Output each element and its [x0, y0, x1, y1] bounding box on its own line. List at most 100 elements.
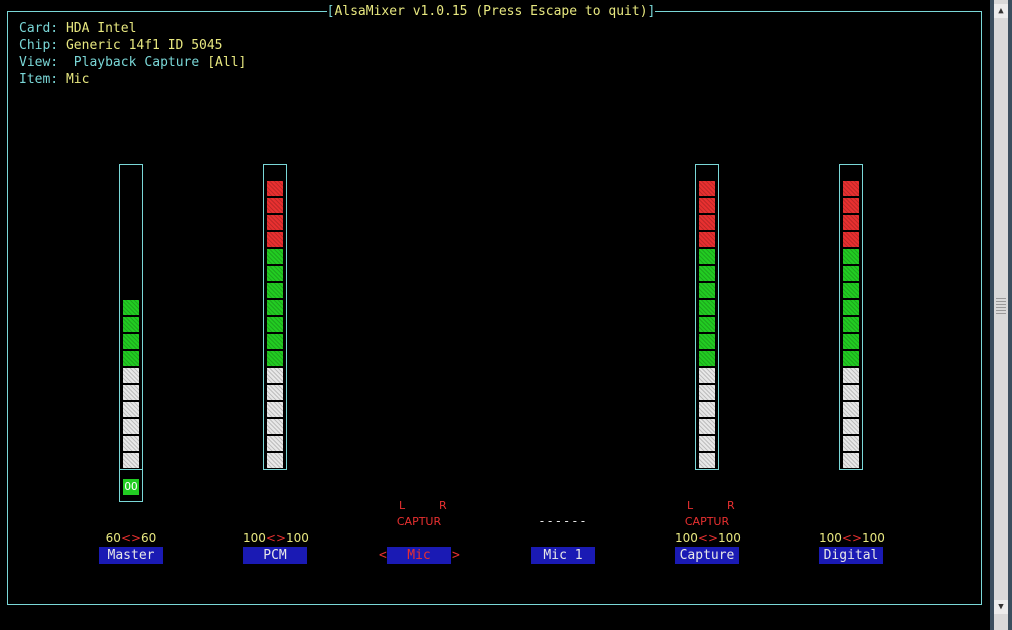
volume-segment — [267, 419, 283, 434]
volume-segment — [267, 181, 283, 196]
volume-segment — [699, 317, 715, 332]
volume-segment — [699, 419, 715, 434]
digital-name[interactable]: Digital — [819, 547, 883, 564]
volume-segment — [843, 232, 859, 247]
volume-segment — [843, 198, 859, 213]
volume-segment — [699, 453, 715, 468]
volume-segment — [699, 334, 715, 349]
volume-segment — [843, 317, 859, 332]
master-mute-indicator: OO — [123, 479, 139, 495]
volume-segment — [699, 385, 715, 400]
volume-segment — [843, 266, 859, 281]
pcm-volume-value: 100<>100 — [243, 531, 309, 545]
pcm-volume-bar[interactable] — [263, 164, 287, 470]
volume-segment — [267, 402, 283, 417]
volume-segment — [699, 436, 715, 451]
title-text: AlsaMixer v1.0.15 (Press Escape to quit) — [334, 4, 648, 19]
mic1-name[interactable]: Mic 1 — [531, 547, 595, 564]
volume-segment — [267, 368, 283, 383]
volume-segment — [699, 215, 715, 230]
volume-segment — [267, 436, 283, 451]
master-volume-bar[interactable] — [119, 164, 143, 470]
volume-segment — [843, 351, 859, 366]
volume-segment — [123, 351, 139, 366]
volume-segment — [843, 181, 859, 196]
scrollbar-track[interactable] — [994, 0, 1008, 630]
volume-segment — [843, 334, 859, 349]
scroll-up-arrow-icon[interactable]: ▲ — [994, 4, 1008, 18]
volume-segment — [699, 232, 715, 247]
volume-segment — [699, 266, 715, 281]
pcm-name[interactable]: PCM — [243, 547, 307, 564]
volume-segment — [843, 385, 859, 400]
volume-segment — [267, 266, 283, 281]
volume-segment — [699, 300, 715, 315]
volume-segment — [843, 283, 859, 298]
item-value: Mic — [65, 72, 90, 87]
volume-segment — [267, 351, 283, 366]
volume-segment — [123, 453, 139, 468]
volume-segment — [699, 368, 715, 383]
selected-left-arrow: < — [379, 548, 387, 563]
volume-segment — [843, 436, 859, 451]
volume-segment — [123, 368, 139, 383]
volume-segment — [843, 300, 859, 315]
capture-capture-label[interactable]: CAPTUR — [675, 513, 739, 530]
volume-segment — [699, 198, 715, 213]
volume-segment — [267, 385, 283, 400]
volume-segment — [699, 351, 715, 366]
volume-segment — [699, 249, 715, 264]
volume-segment — [123, 419, 139, 434]
scrollbar-grip-icon[interactable] — [996, 296, 1006, 314]
mic1-switch-dashes: ------ — [538, 514, 588, 528]
volume-segment — [267, 334, 283, 349]
vertical-scrollbar[interactable]: ▲ ▼ — [990, 0, 1012, 630]
card-label: Card: — [19, 21, 59, 36]
control-master[interactable]: OO 60<>60 Master — [99, 0, 163, 630]
volume-segment — [123, 300, 139, 315]
volume-segment — [843, 453, 859, 468]
volume-segment — [699, 283, 715, 298]
volume-segment — [267, 317, 283, 332]
mic-capture-label[interactable]: CAPTUR — [387, 513, 451, 530]
master-name[interactable]: Master — [99, 547, 163, 564]
volume-segment — [267, 249, 283, 264]
chip-label: Chip: — [19, 38, 59, 53]
volume-segment — [843, 419, 859, 434]
volume-segment — [267, 215, 283, 230]
volume-segment — [123, 334, 139, 349]
volume-segment — [843, 368, 859, 383]
volume-segment — [267, 453, 283, 468]
control-digital[interactable]: 100<>100 Digital — [819, 0, 885, 630]
capture-volume-bar[interactable] — [695, 164, 719, 470]
control-pcm[interactable]: 100<>100 PCM — [243, 0, 309, 630]
volume-segment — [267, 198, 283, 213]
control-mic[interactable]: LR CAPTUR < Mic > — [379, 0, 460, 630]
volume-segment — [123, 385, 139, 400]
volume-segment — [843, 402, 859, 417]
capture-volume-value: 100<>100 — [675, 531, 741, 545]
capture-name[interactable]: Capture — [675, 547, 739, 564]
control-mic-1[interactable]: ------ Mic 1 — [531, 0, 595, 630]
volume-segment — [843, 249, 859, 264]
view-all[interactable]: [All] — [207, 55, 246, 70]
mic-name[interactable]: Mic — [387, 547, 451, 564]
control-capture[interactable]: LR CAPTUR 100<>100 Capture — [675, 0, 741, 630]
volume-segment — [267, 300, 283, 315]
volume-segment — [123, 436, 139, 451]
scroll-down-arrow-icon[interactable]: ▼ — [994, 600, 1008, 614]
volume-segment — [699, 402, 715, 417]
selected-right-arrow: > — [452, 548, 460, 563]
digital-volume-value: 100<>100 — [819, 531, 885, 545]
volume-segment — [267, 232, 283, 247]
master-volume-value: 60<>60 — [105, 531, 157, 545]
item-label: Item: — [19, 72, 59, 87]
view-label: View: — [19, 55, 59, 70]
master-mute-box[interactable]: OO — [119, 470, 143, 502]
volume-segment — [699, 181, 715, 196]
volume-segment — [123, 402, 139, 417]
volume-segment — [843, 215, 859, 230]
digital-volume-bar[interactable] — [839, 164, 863, 470]
volume-segment — [123, 317, 139, 332]
volume-segment — [267, 283, 283, 298]
